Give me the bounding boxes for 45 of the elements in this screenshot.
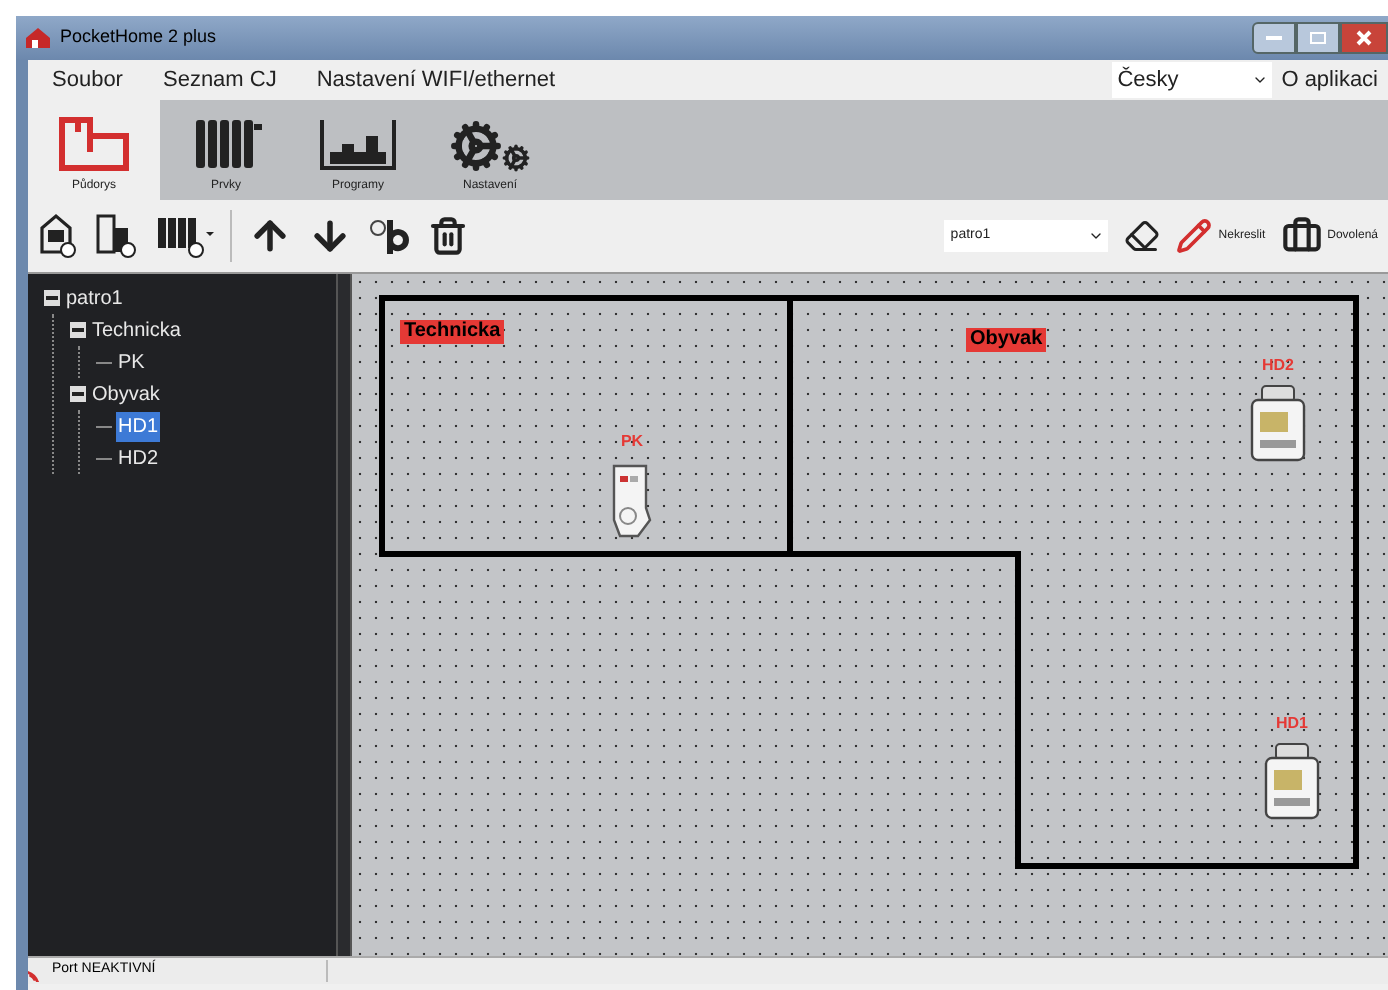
- radiator-icon: [190, 116, 262, 172]
- bar-chart-icon: [318, 116, 398, 172]
- move-up-icon[interactable]: [248, 214, 292, 258]
- maximize-button[interactable]: [1296, 22, 1340, 54]
- tree-item[interactable]: patro1: [64, 283, 125, 313]
- thermostat-head-icon: [1262, 742, 1322, 822]
- add-floor-icon[interactable]: [38, 212, 78, 260]
- minimize-button[interactable]: [1252, 22, 1296, 54]
- room-label: Obyvak: [966, 328, 1047, 352]
- menu-item[interactable]: Seznam CJ: [142, 63, 297, 97]
- add-radiator-icon[interactable]: [154, 212, 214, 260]
- close-icon: [1356, 30, 1372, 46]
- menu-item[interactable]: Soubor: [28, 63, 143, 97]
- floor-plan-icon: [58, 116, 130, 172]
- move-down-icon[interactable]: [308, 214, 352, 258]
- device-label: HD1: [1275, 712, 1308, 736]
- close-button[interactable]: [1340, 22, 1388, 54]
- tree-item[interactable]: HD1: [116, 411, 161, 441]
- thermostat-head-icon: [1248, 384, 1308, 464]
- tree-item[interactable]: Obyvak: [90, 379, 162, 409]
- tree-item[interactable]: PK: [116, 347, 147, 377]
- socket-plug-icon: [608, 460, 656, 540]
- device-label: HD2: [1261, 354, 1294, 378]
- briefcase-icon: [1281, 216, 1322, 256]
- eraser-icon[interactable]: [1124, 218, 1161, 254]
- tree-item[interactable]: Technicka: [90, 315, 183, 345]
- menu-item[interactable]: Nastavení WIFI/ethernet: [296, 63, 576, 97]
- collapse-toggle[interactable]: [44, 290, 60, 306]
- caret-icon: [1088, 228, 1105, 244]
- pencil-icon: [1176, 218, 1213, 254]
- collapse-toggle[interactable]: [70, 322, 86, 338]
- splitter-handle[interactable]: [336, 274, 352, 956]
- language-dropdown[interactable]: Česky: [1111, 62, 1272, 98]
- room-label: Technicka: [400, 320, 505, 344]
- menu-item[interactable]: O aplikaci: [1271, 63, 1388, 97]
- gears-icon: [450, 120, 530, 172]
- add-room-icon[interactable]: [94, 212, 138, 260]
- collapse-toggle[interactable]: [70, 386, 86, 402]
- device-label: PK: [620, 430, 644, 454]
- tree-item[interactable]: HD2: [116, 443, 161, 473]
- rename-icon[interactable]: [368, 214, 412, 258]
- caret-icon: [1251, 72, 1268, 88]
- house-app-icon: [24, 26, 52, 50]
- window-title: PocketHome 2 plus: [60, 24, 217, 51]
- delete-icon[interactable]: [428, 216, 468, 256]
